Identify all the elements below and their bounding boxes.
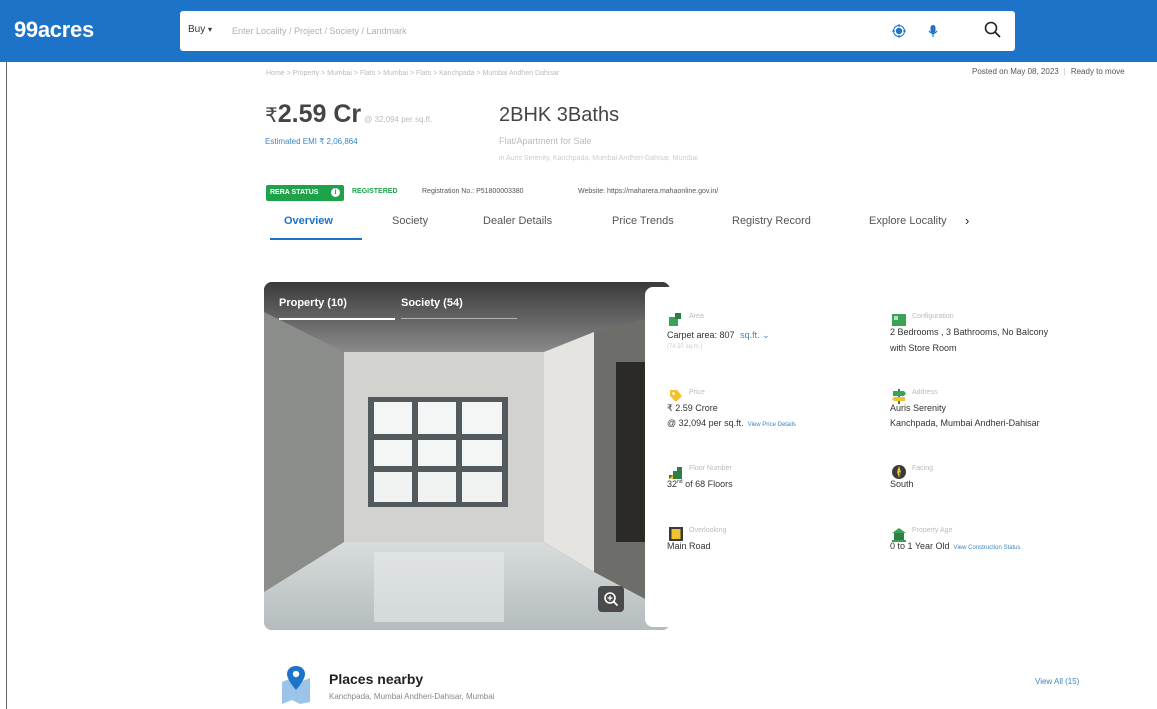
configuration-label: Configuration bbox=[912, 313, 954, 320]
posted-info: Posted on May 08, 2023 | Ready to move bbox=[972, 67, 1125, 76]
carpet-area-sqm: (74.97 sq.m.) bbox=[667, 344, 703, 350]
area-icon bbox=[669, 313, 681, 326]
zoom-in-icon[interactable] bbox=[598, 586, 624, 612]
configuration-line1: 2 Bedrooms , 3 Bathrooms, No Balcony bbox=[890, 327, 1049, 337]
rera-registration-number: Registration No.: P51800003380 bbox=[422, 188, 524, 195]
buy-dropdown-label: Buy bbox=[188, 24, 206, 35]
search-bar: Buy ▾ bbox=[180, 11, 1015, 51]
area-unit-dropdown[interactable]: sq.ft. ⌄ bbox=[740, 330, 770, 340]
facing-label: Facing bbox=[912, 465, 934, 472]
view-construction-status-link[interactable]: View Construction Status bbox=[954, 545, 1021, 551]
price-amount: 2.59 Cr bbox=[277, 100, 362, 128]
gallery-tab-society[interactable]: Society (54) bbox=[401, 297, 463, 309]
facing-value: South bbox=[890, 479, 914, 489]
address-society: Auris Serenity bbox=[890, 403, 947, 413]
posted-date: Posted on May 08, 2023 bbox=[972, 67, 1059, 76]
buy-dropdown[interactable]: Buy ▾ bbox=[188, 24, 212, 35]
rupee-symbol: ₹ bbox=[265, 105, 278, 127]
property-age-label: Property Age bbox=[912, 527, 953, 534]
price-per-sqft: @ 32,094 per sq.ft. bbox=[364, 115, 433, 124]
chevron-down-icon: ⌄ bbox=[762, 330, 770, 340]
tab-overview[interactable]: Overview bbox=[284, 215, 333, 227]
address-label: Address bbox=[912, 389, 938, 396]
config-title: 2BHK 3Baths bbox=[499, 104, 620, 126]
carpet-area-value: Carpet area: 807 bbox=[667, 330, 735, 340]
tab-society[interactable]: Society bbox=[392, 215, 428, 227]
price-per-sqft-detail: @ 32,094 per sq.ft. bbox=[667, 418, 744, 428]
property-age-value: 0 to 1 Year Old bbox=[890, 541, 950, 551]
room-photo bbox=[264, 282, 670, 630]
tab-explore-locality[interactable]: Explore Locality bbox=[869, 215, 947, 227]
gallery-active-indicator bbox=[279, 318, 395, 320]
page-border bbox=[6, 62, 7, 709]
area-label: Area bbox=[689, 313, 704, 320]
rera-registered: REGISTERED bbox=[352, 188, 398, 195]
places-nearby-subtitle: Kanchpada, Mumbai Andheri-Dahisar, Mumba… bbox=[329, 692, 495, 701]
photo-gallery[interactable]: Property (10) Society (54) bbox=[264, 282, 670, 630]
floor-suffix: nd bbox=[677, 479, 683, 485]
info-icon[interactable]: i bbox=[331, 188, 340, 197]
tab-price-trends[interactable]: Price Trends bbox=[612, 215, 674, 227]
logo[interactable]: 99acres bbox=[14, 17, 94, 43]
breadcrumb[interactable]: Home > Property > Mumbai > Flats > Mumba… bbox=[266, 70, 559, 77]
gallery-tab-property[interactable]: Property (10) bbox=[279, 297, 347, 309]
view-price-details-link[interactable]: View Price Details bbox=[748, 422, 796, 428]
price-heading: ₹2.59 Cr @ 32,094 per sq.ft. bbox=[265, 100, 432, 129]
rera-badge-label: RERA STATUS bbox=[270, 189, 319, 196]
emi-link[interactable]: Estimated EMI ₹ 2,06,864 bbox=[265, 137, 358, 146]
search-input[interactable] bbox=[232, 20, 872, 42]
price-crore: ₹ 2.59 Crore bbox=[667, 403, 718, 413]
top-header: 99acres Buy ▾ bbox=[0, 0, 1157, 62]
floor-label: Floor Number bbox=[689, 465, 732, 472]
overlooking-value: Main Road bbox=[667, 541, 711, 551]
map-pin-icon bbox=[282, 666, 310, 704]
floor-total: of 68 Floors bbox=[685, 479, 733, 489]
property-details-card: Area Carpet area: 807 sq.ft. ⌄ (74.97 sq… bbox=[645, 287, 1115, 627]
chevron-right-icon[interactable]: › bbox=[965, 213, 969, 228]
overlooking-label: Overlooking bbox=[689, 527, 727, 534]
microphone-icon[interactable] bbox=[926, 24, 940, 38]
view-all-places-link[interactable]: View All (15) bbox=[1035, 677, 1079, 686]
price-label: Price bbox=[689, 389, 705, 396]
tab-dealer-details[interactable]: Dealer Details bbox=[483, 215, 552, 227]
address-locality: Kanchpada, Mumbai Andheri-Dahisar bbox=[890, 418, 1040, 428]
location-icon[interactable] bbox=[892, 24, 906, 38]
listing-address: in Auris Serenity, Kanchpada, Mumbai And… bbox=[499, 155, 698, 162]
chevron-down-icon: ▾ bbox=[208, 25, 213, 34]
possession-status: Ready to move bbox=[1070, 67, 1125, 76]
places-nearby-title: Places nearby bbox=[329, 671, 424, 687]
rera-website[interactable]: Website: https://maharera.mahaonline.gov… bbox=[578, 188, 718, 195]
search-icon[interactable] bbox=[980, 17, 1006, 43]
listing-type: Flat/Apartment for Sale bbox=[499, 136, 592, 146]
rera-status-badge[interactable]: RERA STATUS i bbox=[266, 185, 344, 201]
active-tab-indicator bbox=[270, 238, 362, 240]
floor-number: 32 bbox=[667, 479, 678, 489]
area-unit-label: sq.ft. bbox=[740, 330, 760, 340]
gallery-tab-divider bbox=[401, 318, 517, 319]
configuration-line2: with Store Room bbox=[890, 343, 957, 353]
tab-registry-record[interactable]: Registry Record bbox=[732, 215, 811, 227]
